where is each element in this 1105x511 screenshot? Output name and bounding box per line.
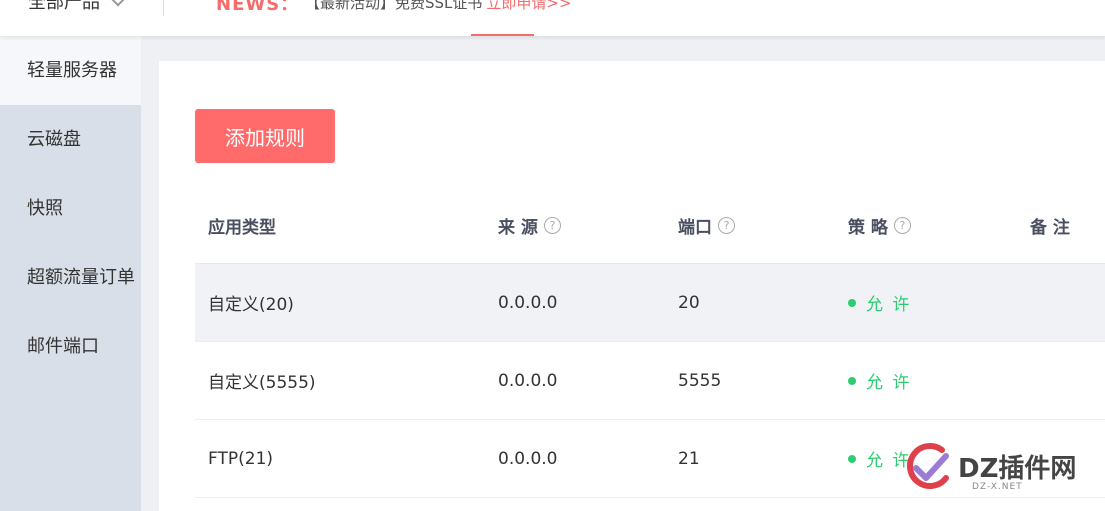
- watermark: DZ插件网 DZ-X.NET: [902, 440, 1102, 500]
- watermark-subtext: DZ-X.NET: [972, 482, 1023, 492]
- sidebar: 轻量服务器 云磁盘 快照 超额流量订单 邮件端口: [0, 36, 141, 511]
- column-header-label: 备 注: [1030, 217, 1070, 238]
- cell-type: 自定义(5555): [208, 373, 316, 393]
- column-header-label: 策 略: [848, 217, 888, 238]
- cell-type: FTP(21): [208, 448, 274, 469]
- chevron-down-icon: [109, 0, 127, 7]
- product-select[interactable]: 全部产品: [28, 0, 127, 14]
- sidebar-item-snapshot[interactable]: 快照: [0, 174, 141, 243]
- cell-port: 5555: [678, 370, 722, 391]
- product-select-label: 全部产品: [28, 0, 100, 13]
- sidebar-item-cloud-disk[interactable]: 云磁盘: [0, 105, 141, 174]
- top-bar: 全部产品 NEWS： 【最新活动】免费SSL证书 立即申请>>: [0, 0, 1105, 36]
- cell-policy: 允 许: [848, 368, 911, 393]
- column-header-label: 端口: [678, 217, 712, 238]
- column-header-label: 来 源: [498, 217, 538, 238]
- help-icon[interactable]: ?: [893, 216, 911, 234]
- help-icon[interactable]: ?: [718, 216, 735, 234]
- column-header-port: 端口?: [678, 213, 735, 238]
- add-rule-button[interactable]: 添加规则: [195, 109, 335, 163]
- cell-policy: 允 许: [848, 290, 911, 315]
- status-dot-icon: [848, 376, 856, 385]
- watermark-text: DZ插件网: [958, 454, 1077, 484]
- column-header-source: 来 源?: [498, 213, 561, 238]
- table-row[interactable]: 自定义(20) 0.0.0.0 20 允 许: [195, 264, 1105, 342]
- table-row[interactable]: 自定义(5555) 0.0.0.0 5555 允 许: [195, 342, 1105, 420]
- news-label: NEWS：: [216, 0, 300, 15]
- column-header-note: 备 注: [1030, 213, 1070, 238]
- policy-label: 允 许: [866, 295, 912, 315]
- active-tab-indicator: [471, 34, 534, 36]
- column-header-type: 应用类型: [208, 213, 276, 238]
- news-banner: 【最新活动】免费SSL证书 立即申请>>: [305, 0, 572, 13]
- watermark-logo-icon: [907, 443, 949, 489]
- cell-source: 0.0.0.0: [498, 448, 558, 469]
- status-dot-icon: [848, 298, 856, 307]
- news-link[interactable]: 立即申请>>: [486, 0, 571, 12]
- cell-type: 自定义(20): [208, 295, 294, 315]
- status-dot-icon: [848, 454, 856, 463]
- help-icon[interactable]: ?: [543, 216, 561, 234]
- cell-source: 0.0.0.0: [498, 370, 558, 391]
- cell-port: 20: [678, 292, 700, 313]
- sidebar-item-lightweight-server[interactable]: 轻量服务器: [0, 36, 141, 105]
- cell-port: 21: [678, 448, 700, 469]
- table-header: 应用类型 来 源? 端口? 策 略? 备 注: [195, 187, 1105, 264]
- sidebar-item-mail-port[interactable]: 邮件端口: [0, 312, 141, 381]
- cell-source: 0.0.0.0: [498, 292, 558, 313]
- news-text: 【最新活动】免费SSL证书: [305, 0, 483, 12]
- column-header-policy: 策 略?: [848, 213, 911, 238]
- divider: [163, 0, 164, 16]
- sidebar-item-overage-traffic-order[interactable]: 超额流量订单: [0, 243, 141, 312]
- column-header-label: 应用类型: [208, 217, 276, 238]
- policy-label: 允 许: [866, 373, 912, 393]
